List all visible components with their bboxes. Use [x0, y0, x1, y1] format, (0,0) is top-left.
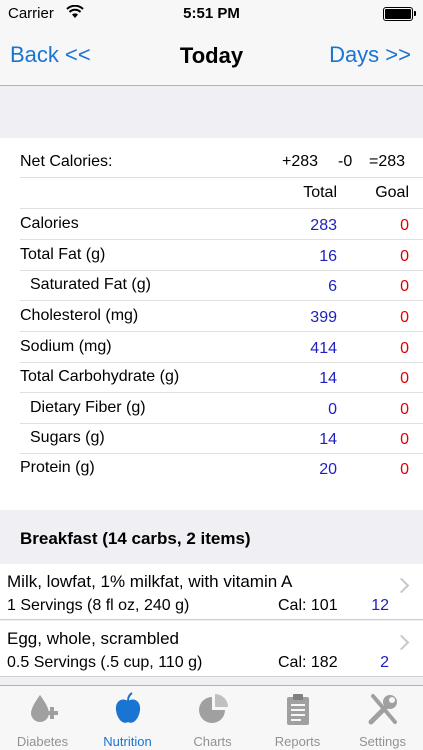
pie-chart-icon: [199, 694, 228, 723]
tab-label: Settings: [359, 734, 406, 749]
nutrition-summary: Net Calories: +283 -0 =283 Total Goal Ca…: [0, 138, 423, 510]
food-item-carbs: 2: [380, 654, 389, 671]
clock: 5:51 PM: [183, 5, 240, 22]
net-calories-minus: -0: [338, 153, 353, 170]
nutrient-total: 16: [319, 248, 337, 265]
nutrient-goal: 0: [400, 370, 409, 387]
nutrient-label: Total Fat (g): [20, 246, 106, 263]
nutrient-row: Calories 283 0: [20, 209, 423, 240]
battery-icon: [383, 7, 416, 21]
nutrient-goal: 0: [400, 461, 409, 478]
nutrient-total: 20: [319, 461, 337, 478]
nutrient-row: Dietary Fiber (g) 0 0: [20, 393, 423, 424]
tab-reports[interactable]: Reports: [255, 686, 340, 750]
tab-label: Reports: [274, 734, 321, 749]
meal-section-title: Breakfast (14 carbs, 2 items): [20, 529, 251, 548]
food-item-name: Egg, whole, scrambled: [7, 629, 179, 648]
nutrient-goal: 0: [400, 217, 409, 234]
nutrient-row: Cholesterol (mg) 399 0: [20, 301, 423, 332]
nutrient-goal: 0: [400, 309, 409, 326]
nutrient-label: Saturated Fat (g): [30, 276, 151, 293]
food-item-servings: 0.5 Servings (.5 cup, 110 g): [7, 654, 203, 671]
food-item-row[interactable]: Egg, whole, scrambled 0.5 Servings (.5 c…: [0, 621, 423, 677]
tab-label: Diabetes: [16, 734, 69, 749]
chevron-right-icon: [393, 634, 410, 651]
chevron-right-icon: [393, 577, 410, 594]
clipboard-icon: [287, 694, 309, 725]
nutrient-total: 399: [310, 309, 337, 326]
tab-charts[interactable]: Charts: [170, 686, 255, 750]
nutrient-total: 0: [328, 401, 337, 418]
nutrient-label: Protein (g): [20, 459, 95, 476]
nutrient-row: Saturated Fat (g) 6 0: [20, 270, 423, 301]
tab-label: Charts: [193, 734, 232, 749]
nutrient-goal: 0: [400, 401, 409, 418]
nutrient-total: 283: [310, 217, 337, 234]
navigation-bar: Back << Today Days >>: [0, 28, 423, 86]
nutrient-row: Protein (g) 20 0: [20, 453, 423, 484]
meal-section-header: Breakfast (14 carbs, 2 items): [0, 510, 423, 564]
tab-settings[interactable]: Settings: [340, 686, 423, 750]
nutrient-row: Total Fat (g) 16 0: [20, 240, 423, 271]
food-item-calories: Cal: 101: [278, 597, 338, 614]
nutrient-goal: 0: [400, 431, 409, 448]
net-calories-total: =283: [369, 153, 406, 170]
diabetes-icon: [31, 695, 58, 722]
food-item-name: Milk, lowfat, 1% milkfat, with vitamin A: [7, 572, 293, 591]
status-bar: Carrier 5:51 PM: [0, 0, 423, 28]
nutrient-row: Sodium (mg) 414 0: [20, 332, 423, 363]
nutrient-total: 6: [328, 278, 337, 295]
food-item-calories: Cal: 182: [278, 654, 338, 671]
tab-label: Nutrition: [103, 734, 152, 749]
days-button[interactable]: Days >>: [329, 42, 411, 68]
goal-column-header: Goal: [375, 184, 409, 201]
nutrient-goal: 0: [400, 340, 409, 357]
food-item-row[interactable]: Milk, lowfat, 1% milkfat, with vitamin A…: [0, 564, 423, 620]
tab-nutrition[interactable]: Nutrition: [85, 686, 170, 750]
column-header-row: Total Goal: [20, 178, 423, 209]
apple-icon: [115, 692, 141, 723]
tools-icon: [368, 694, 397, 725]
total-column-header: Total: [303, 184, 337, 201]
nutrient-label: Total Carbohydrate (g): [20, 368, 180, 385]
food-item-carbs: 12: [371, 597, 389, 614]
nutrient-label: Calories: [20, 215, 79, 232]
nutrient-row: Sugars (g) 14 0: [20, 423, 423, 454]
nutrient-total: 414: [310, 340, 337, 357]
tab-bar: Diabetes Nutrition Charts Reports Settin…: [0, 685, 423, 750]
nutrient-total: 14: [319, 431, 337, 448]
net-calories-label: Net Calories:: [20, 153, 113, 170]
nutrient-label: Sodium (mg): [20, 338, 112, 355]
net-calories-row: Net Calories: +283 -0 =283: [20, 142, 423, 178]
net-calories-plus: +283: [282, 153, 319, 170]
nutrient-label: Dietary Fiber (g): [30, 399, 146, 416]
tab-diabetes[interactable]: Diabetes: [0, 686, 85, 750]
nutrient-row: Total Carbohydrate (g) 14 0: [20, 362, 423, 393]
nutrient-total: 14: [319, 370, 337, 387]
nutrient-label: Cholesterol (mg): [20, 307, 139, 324]
nutrient-goal: 0: [400, 278, 409, 295]
food-item-servings: 1 Servings (8 fl oz, 240 g): [7, 597, 190, 614]
nutrient-label: Sugars (g): [30, 429, 105, 446]
nutrient-goal: 0: [400, 248, 409, 265]
